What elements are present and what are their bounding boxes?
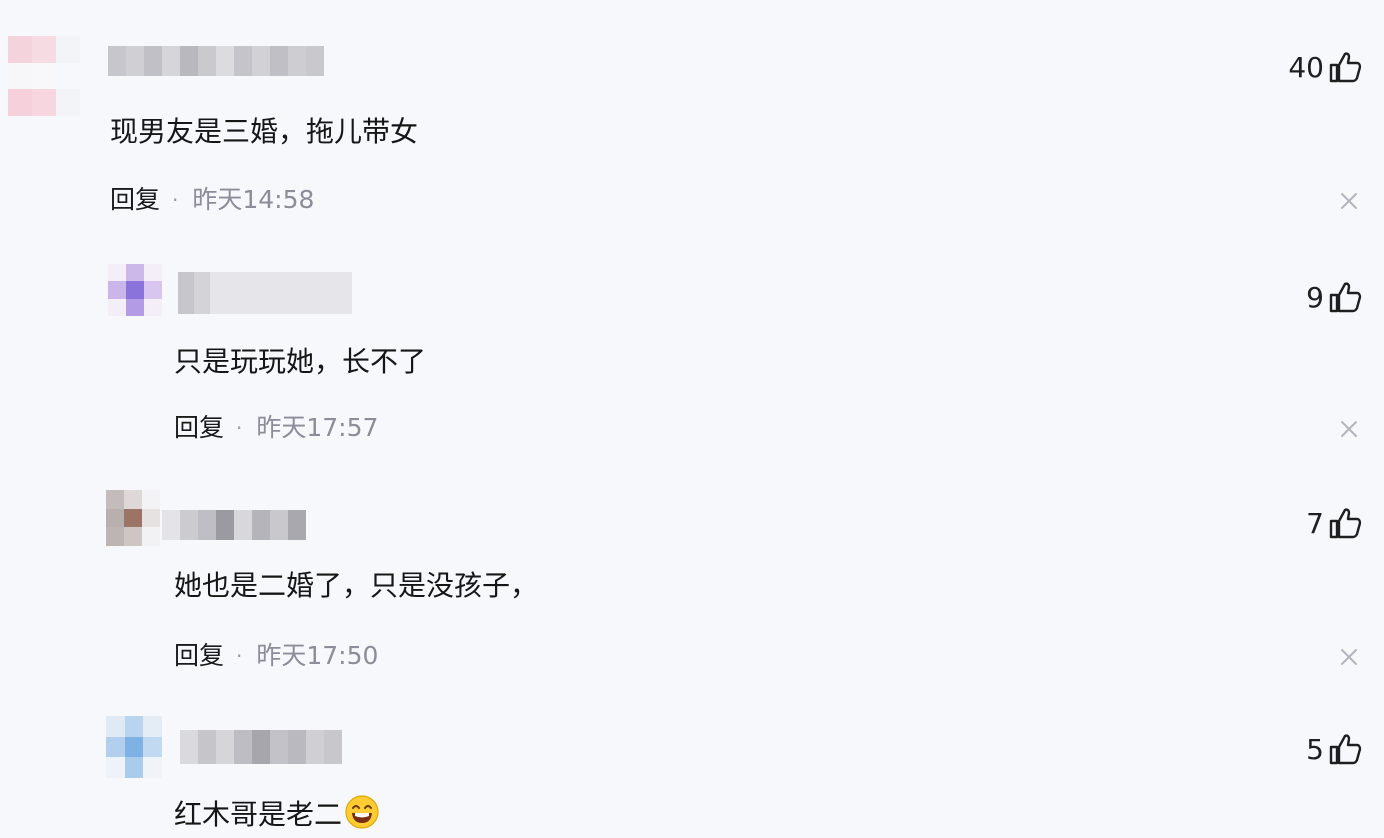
close-icon[interactable] xyxy=(1338,418,1360,440)
reply-button[interactable]: 回复 xyxy=(110,184,160,216)
comment-text: 红木哥是老二 xyxy=(174,798,343,831)
comment-text: 她也是二婚了，只是没孩子， xyxy=(174,569,539,602)
like-count: 9 xyxy=(1306,280,1324,314)
laughing-emoji-icon xyxy=(345,795,379,829)
username-blurred[interactable] xyxy=(162,510,306,540)
reply-button[interactable]: 回复 xyxy=(174,412,224,444)
like-button[interactable]: 40 xyxy=(1288,50,1362,84)
like-count: 7 xyxy=(1306,506,1324,540)
avatar[interactable] xyxy=(108,264,162,316)
comment-meta: 回复 · 昨天14:58 xyxy=(110,184,314,216)
avatar[interactable] xyxy=(106,716,162,778)
like-count: 5 xyxy=(1306,732,1324,766)
comment-item: 5 红木哥是老二 xyxy=(0,700,1384,838)
like-button[interactable]: 9 xyxy=(1306,280,1362,314)
like-button[interactable]: 7 xyxy=(1306,506,1362,540)
thumbs-up-icon xyxy=(1329,508,1362,539)
comment-text: 只是玩玩她，长不了 xyxy=(174,345,427,378)
reply-button[interactable]: 回复 xyxy=(174,640,224,672)
username-blurred[interactable] xyxy=(180,730,342,764)
thumbs-up-icon xyxy=(1329,52,1362,83)
comment-text-row: 红木哥是老二 xyxy=(174,794,380,833)
comment-item: 40 现男友是三婚，拖儿带女 回复 · 昨天14:58 xyxy=(0,0,1384,240)
comment-text: 现男友是三婚，拖儿带女 xyxy=(110,115,419,148)
comment-list: 40 现男友是三婚，拖儿带女 回复 · 昨天14:58 9 只是玩玩她，长不了 … xyxy=(0,0,1384,838)
comment-item: 7 她也是二婚了，只是没孩子， 回复 · 昨天17:50 xyxy=(0,470,1384,700)
username-blurred[interactable] xyxy=(108,46,324,76)
timestamp: 昨天17:57 xyxy=(256,413,379,442)
separator-dot: · xyxy=(172,188,179,212)
comment-meta: 回复 · 昨天17:50 xyxy=(174,640,378,672)
avatar[interactable] xyxy=(106,490,160,546)
comment-item: 9 只是玩玩她，长不了 回复 · 昨天17:57 xyxy=(0,240,1384,470)
thumbs-up-icon xyxy=(1329,734,1362,765)
separator-dot: · xyxy=(236,644,243,668)
like-button[interactable]: 5 xyxy=(1306,732,1362,766)
avatar[interactable] xyxy=(8,36,80,116)
close-icon[interactable] xyxy=(1338,646,1360,668)
username-blurred[interactable] xyxy=(178,272,352,314)
like-count: 40 xyxy=(1288,50,1324,84)
timestamp: 昨天17:50 xyxy=(256,641,379,670)
thumbs-up-icon xyxy=(1329,282,1362,313)
timestamp: 昨天14:58 xyxy=(192,185,315,214)
comment-meta: 回复 · 昨天17:57 xyxy=(174,412,378,444)
close-icon[interactable] xyxy=(1338,190,1360,212)
separator-dot: · xyxy=(236,416,243,440)
